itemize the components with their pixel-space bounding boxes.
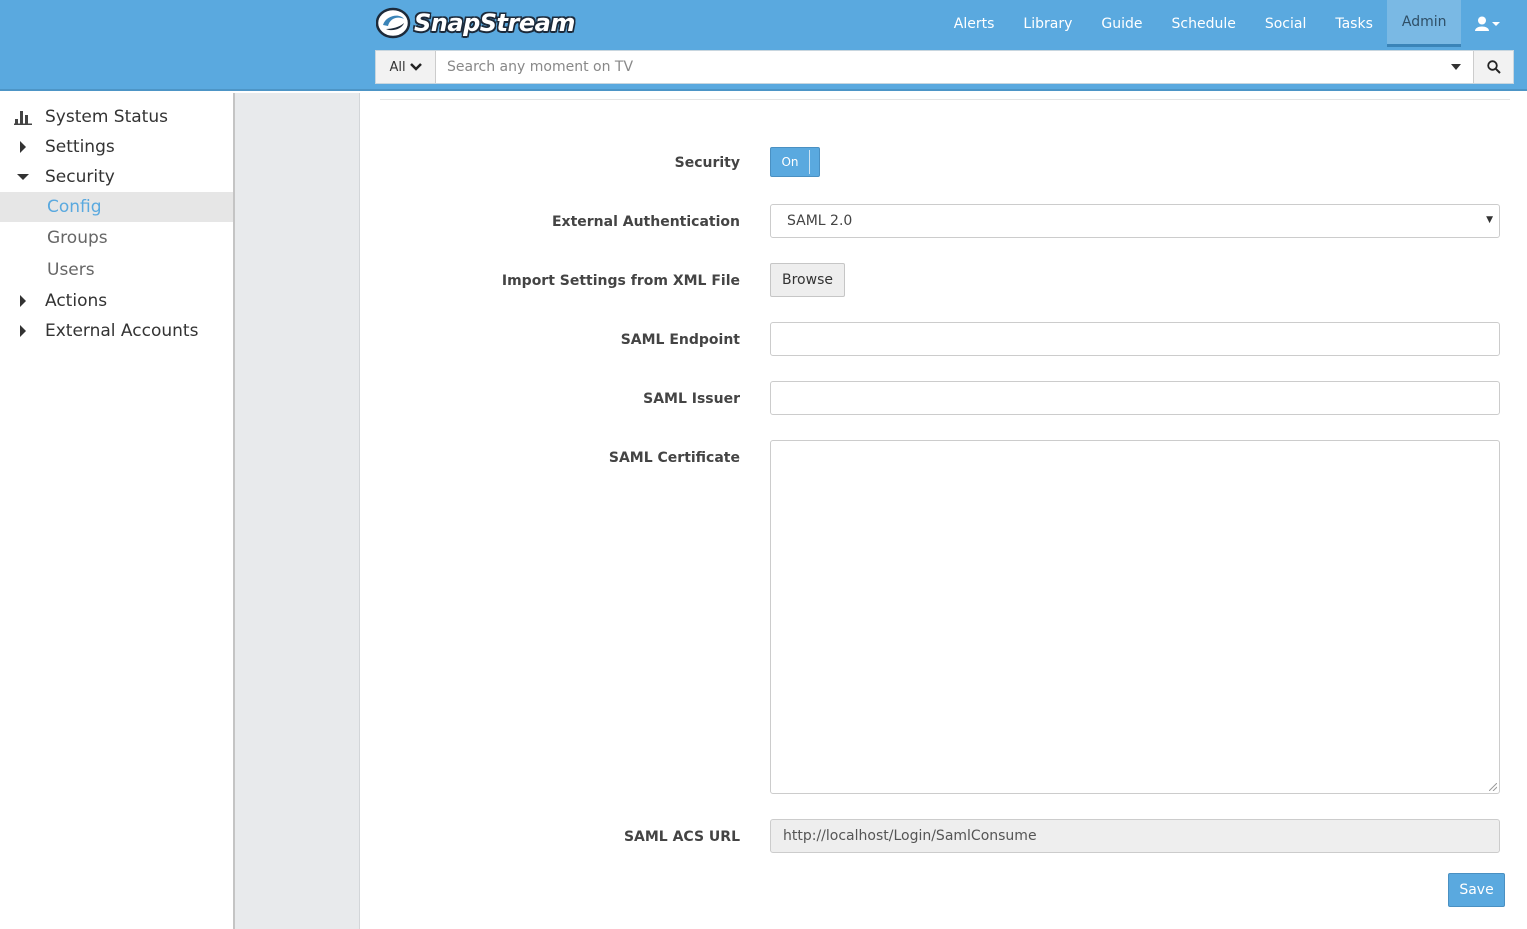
caret-right-icon — [0, 141, 45, 153]
app-header: SnapStream Alerts Library Guide Schedule… — [0, 0, 1527, 91]
security-config-panel: Security On External Authentication SAML… — [360, 93, 1527, 929]
sidebar-item-external-accounts[interactable]: External Accounts — [0, 316, 233, 346]
saml-acs-url-field: http://localhost/Login/SamlConsume — [770, 819, 1500, 853]
external-auth-value: SAML 2.0 — [787, 213, 853, 229]
external-auth-label: External Authentication — [551, 214, 740, 230]
caret-right-icon — [0, 325, 45, 337]
bar-chart-icon — [0, 110, 45, 125]
divider — [380, 99, 1510, 100]
saml-certificate-label: SAML Certificate — [608, 450, 740, 466]
sidebar-item-settings[interactable]: Settings — [0, 132, 233, 162]
browse-button[interactable]: Browse — [770, 263, 845, 297]
sidebar-item-label: Security — [45, 167, 115, 187]
nav-social[interactable]: Social — [1250, 0, 1321, 47]
search-icon — [1486, 60, 1501, 74]
saml-acs-url-label: SAML ACS URL — [623, 829, 740, 845]
caret-right-icon — [0, 295, 45, 307]
security-toggle[interactable]: On — [770, 147, 820, 177]
resize-grip-icon[interactable] — [1489, 783, 1497, 791]
sidebar-item-system-status[interactable]: System Status — [0, 102, 233, 132]
toggle-divider — [809, 150, 810, 174]
search-input[interactable] — [436, 51, 1439, 83]
sidebar-item-config[interactable]: Config — [0, 192, 233, 222]
import-settings-label: Import Settings from XML File — [501, 273, 740, 289]
saml-issuer-input[interactable] — [770, 381, 1500, 415]
nav-guide[interactable]: Guide — [1087, 0, 1157, 47]
logo-swirl-icon — [376, 7, 411, 39]
search-bar: All — [375, 50, 1514, 84]
sidebar-item-label: External Accounts — [45, 321, 199, 341]
search-history-dropdown[interactable] — [1439, 51, 1473, 83]
saml-issuer-label: SAML Issuer — [643, 391, 740, 407]
sidebar-item-actions[interactable]: Actions — [0, 286, 233, 316]
caret-down-icon — [0, 173, 45, 181]
search-button[interactable] — [1473, 51, 1513, 83]
user-icon — [1475, 16, 1500, 31]
content-gutter — [235, 93, 360, 929]
sidebar-item-label: Actions — [45, 291, 108, 311]
top-navigation: Alerts Library Guide Schedule Social Tas… — [939, 0, 1527, 47]
external-auth-select[interactable]: SAML 2.0 ▼ — [770, 204, 1500, 238]
nav-schedule[interactable]: Schedule — [1157, 0, 1250, 47]
save-button[interactable]: Save — [1448, 873, 1505, 907]
chevron-down-icon — [409, 63, 422, 71]
user-menu-button[interactable] — [1461, 0, 1527, 47]
search-scope-dropdown[interactable]: All — [376, 51, 436, 83]
caret-down-icon: ▼ — [1486, 215, 1493, 225]
nav-admin[interactable]: Admin — [1387, 0, 1461, 47]
caret-down-icon — [1451, 64, 1461, 70]
sidebar-item-label: Settings — [45, 137, 115, 157]
logo-text: SnapStream — [414, 9, 575, 37]
snapstream-logo[interactable]: SnapStream — [376, 6, 575, 40]
admin-sidebar: System Status Settings Security Config G… — [0, 93, 235, 929]
saml-endpoint-label: SAML Endpoint — [620, 332, 740, 348]
nav-alerts[interactable]: Alerts — [939, 0, 1009, 47]
security-label: Security — [674, 155, 740, 171]
saml-endpoint-input[interactable] — [770, 322, 1500, 356]
sidebar-item-security[interactable]: Security — [0, 162, 233, 192]
security-toggle-state: On — [781, 155, 799, 169]
search-scope-label: All — [389, 59, 406, 75]
nav-tasks[interactable]: Tasks — [1321, 0, 1388, 47]
sidebar-item-label: System Status — [45, 107, 168, 127]
sidebar-item-users[interactable]: Users — [0, 254, 233, 286]
sidebar-item-groups[interactable]: Groups — [0, 222, 233, 254]
saml-certificate-textarea[interactable] — [770, 440, 1500, 794]
nav-library[interactable]: Library — [1009, 0, 1087, 47]
